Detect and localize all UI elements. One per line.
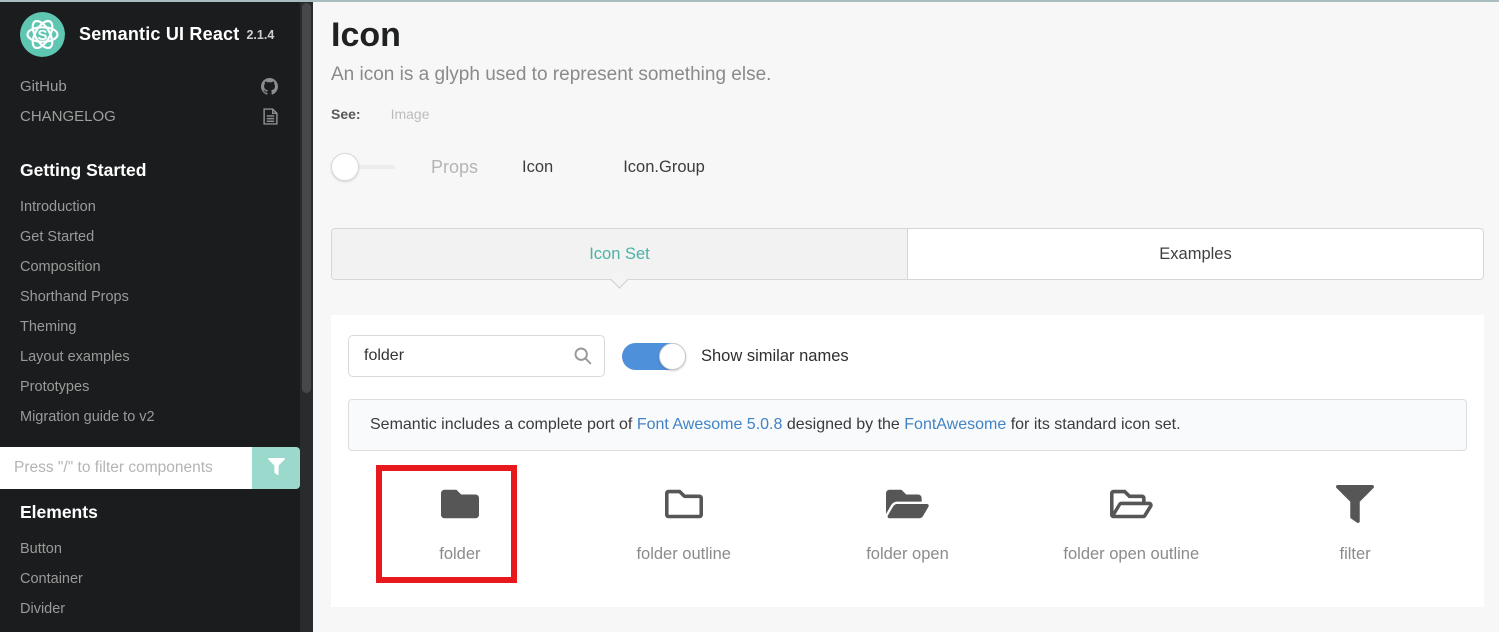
props-item-icon[interactable]: Icon (522, 158, 553, 177)
brand[interactable]: S Semantic UI React 2.1.4 (20, 12, 274, 57)
icon-result-label: folder open (796, 545, 1020, 564)
icon-result-label: folder outline (572, 545, 796, 564)
sidebar-link-changelog[interactable]: CHANGELOG (0, 102, 300, 130)
highlight-box (376, 465, 517, 583)
tab-examples[interactable]: Examples (908, 229, 1483, 279)
active-tab-caret (610, 270, 628, 288)
folder-open-outline-icon (1110, 485, 1153, 523)
sidebar-item-button[interactable]: Button (0, 534, 300, 564)
changelog-link-label: CHANGELOG (20, 108, 116, 125)
sidebar-item-container[interactable]: Container (0, 564, 300, 594)
file-icon (263, 108, 278, 125)
message-text-prefix: Semantic includes a complete port of (370, 416, 637, 433)
icon-result-label: filter (1243, 545, 1467, 564)
icon-result-folder-open[interactable]: folder open (796, 459, 1020, 585)
tab-icon-set[interactable]: Icon Set (332, 229, 908, 279)
getting-started-list: Introduction Get Started Composition Sho… (0, 192, 300, 432)
see-also-row: See: Image (331, 106, 430, 122)
icon-result-folder-outline[interactable]: folder outline (572, 459, 796, 585)
icon-result-folder[interactable]: folder (348, 459, 572, 585)
sidebar: S Semantic UI React 2.1.4 GitHub CHANGEL… (0, 0, 313, 632)
sidebar-heading-getting-started: Getting Started (20, 160, 146, 181)
see-label: See: (331, 106, 361, 122)
icon-result-filter[interactable]: filter (1243, 459, 1467, 585)
show-similar-names-toggle[interactable] (622, 343, 686, 370)
sidebar-item-shorthand-props[interactable]: Shorthand Props (0, 282, 300, 312)
message-text-middle: designed by the (782, 416, 904, 433)
svg-text:S: S (37, 27, 47, 44)
search-icon (572, 345, 593, 371)
props-menu: Props Icon Icon.Group (331, 152, 705, 182)
font-awesome-link[interactable]: FontAwesome (904, 416, 1006, 433)
elements-list: Button Container Divider (0, 534, 300, 624)
sidebar-item-prototypes[interactable]: Prototypes (0, 372, 300, 402)
sidebar-item-layout-examples[interactable]: Layout examples (0, 342, 300, 372)
icon-result-label: folder open outline (1019, 545, 1243, 564)
props-toggle-label: Props (431, 157, 478, 178)
page-subtitle: An icon is a glyph used to represent som… (331, 64, 771, 86)
props-toggle[interactable] (331, 153, 395, 181)
tab-icon-set-label: Icon Set (589, 245, 650, 264)
sidebar-item-introduction[interactable]: Introduction (0, 192, 300, 222)
filter-icon (1336, 485, 1374, 523)
icon-result-folder-open-outline[interactable]: folder open outline (1019, 459, 1243, 585)
github-link-label: GitHub (20, 78, 67, 95)
component-filter-button[interactable] (252, 447, 300, 489)
sidebar-scrollbar-thumb[interactable] (302, 3, 311, 393)
folder-open-icon (886, 485, 929, 523)
icon-results-grid: folder folder outline folder open f (348, 459, 1467, 585)
icon-set-panel: Show similar names Semantic includes a c… (331, 315, 1484, 607)
window-top-edge (0, 0, 1499, 2)
folder-outline-icon (665, 485, 703, 523)
sidebar-item-divider[interactable]: Divider (0, 594, 300, 624)
component-filter (0, 447, 300, 489)
props-item-icon-group[interactable]: Icon.Group (623, 158, 705, 177)
show-similar-names-toggle-knob[interactable] (659, 343, 686, 370)
sidebar-item-get-started[interactable]: Get Started (0, 222, 300, 252)
tab-bar: Icon Set Examples (331, 228, 1484, 280)
tab-examples-label: Examples (1159, 245, 1231, 264)
semantic-ui-logo-icon: S (20, 12, 65, 57)
app-title: Semantic UI React (79, 24, 239, 45)
icon-search-input[interactable] (348, 335, 605, 377)
font-awesome-version-link[interactable]: Font Awesome 5.0.8 (637, 416, 783, 433)
sidebar-scrollbar[interactable] (300, 0, 313, 632)
icon-result-label: folder (348, 545, 572, 564)
sidebar-item-theming[interactable]: Theming (0, 312, 300, 342)
icon-search-box (348, 335, 605, 377)
page-title: Icon (331, 16, 401, 55)
app-version: 2.1.4 (246, 28, 274, 42)
see-link-image[interactable]: Image (391, 106, 430, 122)
sidebar-link-github[interactable]: GitHub (0, 72, 300, 100)
folder-icon (441, 485, 479, 523)
icon-search-row: Show similar names (348, 335, 1467, 377)
props-toggle-knob[interactable] (331, 153, 359, 181)
font-awesome-message: Semantic includes a complete port of Fon… (348, 399, 1467, 451)
funnel-icon (268, 458, 285, 478)
sidebar-item-composition[interactable]: Composition (0, 252, 300, 282)
message-text-suffix: for its standard icon set. (1006, 416, 1180, 433)
github-icon (261, 78, 278, 95)
main-content: Icon An icon is a glyph used to represen… (313, 2, 1499, 632)
sidebar-heading-elements: Elements (20, 502, 98, 523)
sidebar-item-migration-guide[interactable]: Migration guide to v2 (0, 402, 300, 432)
show-similar-names-label: Show similar names (701, 347, 849, 366)
component-filter-input[interactable] (0, 447, 252, 489)
